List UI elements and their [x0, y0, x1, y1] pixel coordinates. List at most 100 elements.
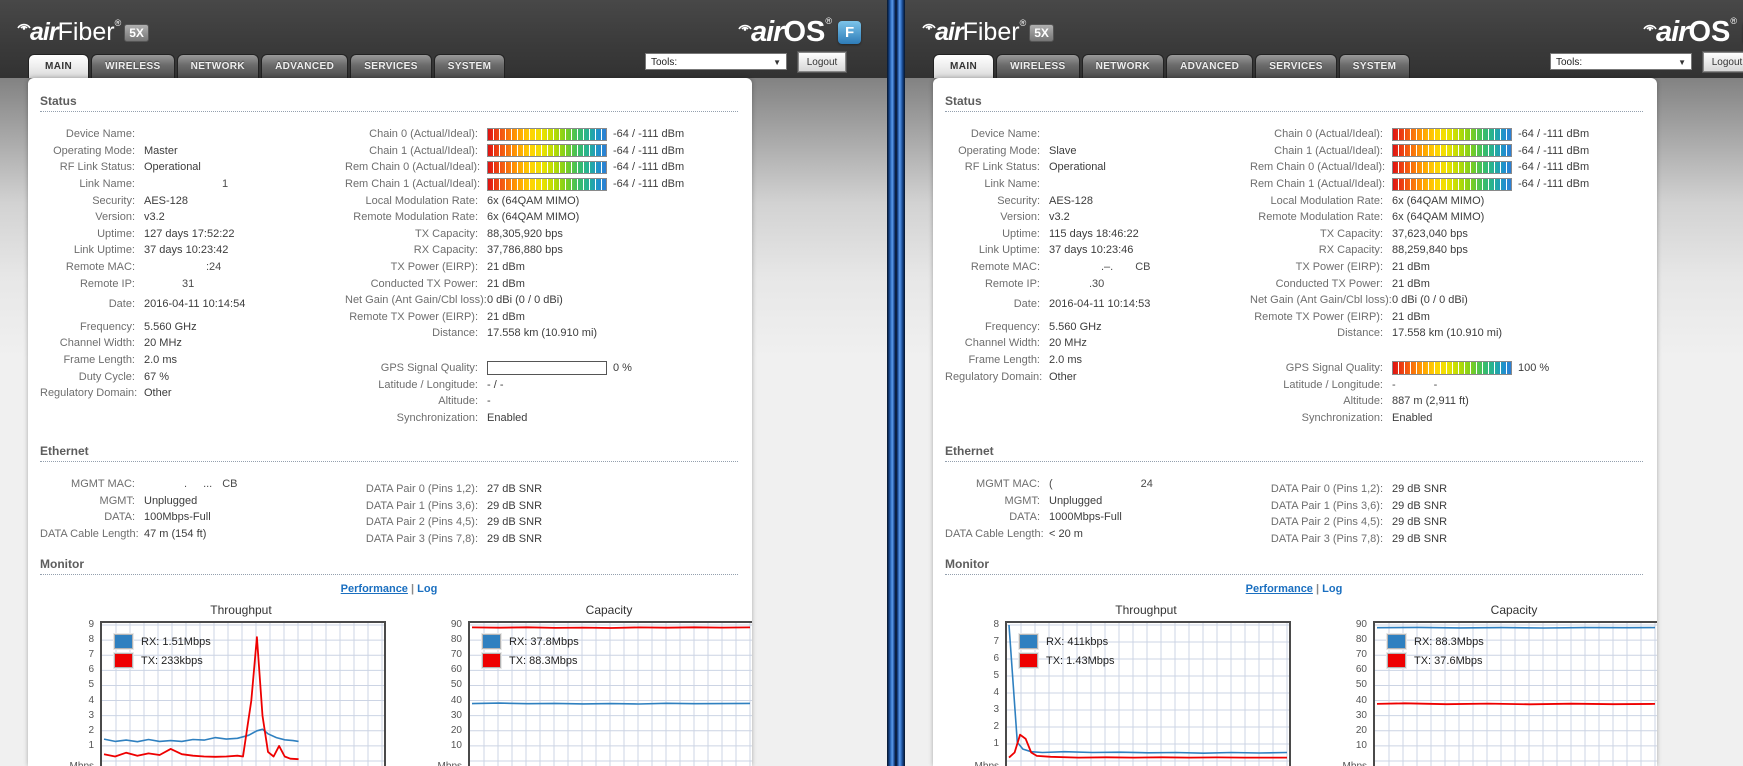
tab-services[interactable]: SERVICES — [350, 54, 432, 78]
field-value: .–. CB — [1049, 261, 1151, 273]
field-row: RF Link Status: Operational — [40, 159, 345, 176]
legend-swatch-rx — [114, 634, 133, 649]
signal-strength-bar — [487, 177, 607, 191]
field-value: 6x (64QAM MIMO) — [1392, 194, 1485, 207]
field-label: DATA Pair 1 (Pins 3,6): — [365, 499, 478, 512]
field-value: 37 days 10:23:42 — [144, 244, 229, 257]
field-value: 27 dB SNR — [487, 483, 543, 496]
tab-system[interactable]: SYSTEM — [433, 54, 506, 78]
field-row: DATA Pair 0 (Pins 1,2): 29 dB SNR — [1250, 481, 1643, 498]
field-value: -64 / -111 dBm — [1392, 177, 1589, 191]
y-axis-tick-label: 70 — [450, 649, 462, 661]
field-label: Remote MAC: — [970, 261, 1040, 274]
field-value: 29 dB SNR — [487, 499, 543, 512]
field-row: Distance: 17.558 km (10.910 mi) — [345, 325, 738, 342]
y-axis-tick-label: 60 — [1355, 664, 1367, 676]
tab-network[interactable]: NETWORK — [1081, 54, 1165, 78]
y-axis-unit-label: Mbps — [1341, 761, 1367, 766]
chart-title: Throughput — [210, 603, 272, 617]
field-value: 20 MHz — [1049, 337, 1087, 350]
field-label: Security: — [997, 194, 1040, 207]
monitor-link-log[interactable]: Log — [417, 583, 437, 595]
y-axis-tick-label: 5 — [88, 679, 94, 691]
monitor-link-performance[interactable]: Performance — [1246, 583, 1313, 595]
y-axis-tick-label: 8 — [88, 634, 94, 646]
tab-advanced[interactable]: ADVANCED — [1166, 54, 1254, 78]
field-row: Regulatory Domain: Other — [945, 368, 1250, 385]
y-axis-tick-label: 20 — [1355, 724, 1367, 736]
registered-mark: ® — [825, 16, 833, 26]
field-label: Chain 1 (Actual/Ideal): — [369, 144, 478, 157]
legend-item: RX: 1.51Mbps — [114, 632, 211, 651]
field-label: Conducted TX Power: — [1275, 277, 1383, 290]
field-label: Distance: — [432, 327, 478, 340]
field-row: Version: v3.2 — [40, 209, 345, 226]
tools-select[interactable]: Tools: ▼ — [1550, 53, 1692, 70]
series-line-rx — [1376, 626, 1656, 629]
field-row: Uptime: 115 days 18:46:22 — [945, 226, 1250, 243]
field-label: MGMT MAC: — [976, 478, 1040, 491]
section-title-monitor: Monitor — [945, 557, 1643, 575]
tab-system[interactable]: SYSTEM — [1338, 54, 1411, 78]
redacted-fragment: - — [1392, 378, 1396, 391]
field-label: Rem Chain 0 (Actual/Ideal): — [345, 161, 481, 174]
field-label: GPS Signal Quality: — [1285, 362, 1383, 375]
monitor-link-performance[interactable]: Performance — [341, 583, 408, 595]
chevron-down-icon: ▼ — [1678, 58, 1686, 67]
nav-tabs: MAIN WIRELESS NETWORK ADVANCED SERVICES SYSTE… — [933, 54, 1411, 78]
field-label: DATA Pair 2 (Pins 4,5): — [1270, 516, 1383, 529]
monitor-links: Performance | Log — [945, 583, 1643, 595]
field-label: Remote IP: — [79, 277, 135, 290]
brand-product: Fiber — [57, 18, 115, 46]
tab-advanced[interactable]: ADVANCED — [261, 54, 349, 78]
field-row: Chain 1 (Actual/Ideal): -64 / -111 dBm — [345, 143, 738, 160]
field-value: Operational — [144, 161, 201, 174]
tab-wireless[interactable]: WIRELESS — [996, 54, 1080, 78]
field-value: v3.2 — [1049, 211, 1070, 224]
y-axis-tick-label: 1 — [993, 738, 999, 749]
logout-button[interactable]: Logout — [797, 51, 847, 73]
tab-main[interactable]: MAIN — [933, 54, 995, 78]
field-row: Frequency: 5.560 GHz — [40, 319, 345, 336]
ethernet-fields-right: DATA Pair 0 (Pins 1,2): 27 dB SNR DATA Pai… — [345, 476, 738, 547]
field-value: -64 / -111 dBm — [1392, 144, 1589, 158]
window-header: airFiber®5X airOS®F MAINWIRELESSNETWORKA… — [905, 0, 1743, 78]
field-value: 47 m (154 ft) — [144, 528, 207, 541]
airos-window-slave: airFiber®5X airOS®F MAINWIRELESSNETWORKA… — [905, 0, 1743, 766]
field-label: DATA Pair 1 (Pins 3,6): — [1270, 499, 1383, 512]
y-axis-tick-label: 3 — [88, 709, 94, 721]
field-row: TX Capacity: 37,623,040 bps — [1250, 226, 1643, 243]
tools-label: Tools: — [1556, 57, 1583, 68]
field-row: Remote Modulation Rate: 6x (64QAM MIMO) — [1250, 209, 1643, 226]
legend-swatch-rx — [1387, 634, 1406, 649]
legend-item: RX: 88.3Mbps — [1387, 632, 1484, 651]
field-row: Link Name: — [945, 176, 1250, 193]
monitor-link-log[interactable]: Log — [1322, 583, 1342, 595]
field-label: Latitude / Longitude: — [1283, 378, 1383, 391]
tab-wireless[interactable]: WIRELESS — [91, 54, 175, 78]
tab-network[interactable]: NETWORK — [176, 54, 260, 78]
tools-select[interactable]: Tools: ▼ — [645, 53, 787, 70]
field-label: RX Capacity: — [413, 244, 478, 257]
logout-button[interactable]: Logout — [1702, 51, 1743, 73]
tab-main[interactable]: MAIN — [28, 54, 90, 78]
field-label: DATA Pair 0 (Pins 1,2): — [1270, 483, 1383, 496]
tab-services[interactable]: SERVICES — [1255, 54, 1337, 78]
y-axis-tick-label: 7 — [993, 636, 999, 647]
field-label: DATA Pair 3 (Pins 7,8): — [1270, 533, 1383, 546]
legend-item: RX: 37.8Mbps — [482, 632, 579, 651]
y-axis-unit-label: Mbps — [436, 761, 462, 766]
field-label: Operating Mode: — [53, 144, 135, 157]
chart-legend: RX: 411kbps TX: 1.43Mbps — [1019, 632, 1114, 670]
field-row: Chain 0 (Actual/Ideal): -64 / -111 dBm — [345, 126, 738, 143]
field-row: Local Modulation Rate: 6x (64QAM MIMO) — [345, 192, 738, 209]
field-label: Operating Mode: — [958, 144, 1040, 157]
field-label: Local Modulation Rate: — [1270, 194, 1383, 207]
ethernet-section: Ethernet MGMT MAC:.... CB MGMT: Unplugged DA… — [40, 444, 738, 547]
field-row: Latitude / Longitude: - - — [1250, 376, 1643, 393]
field-row: MGMT: Unplugged — [945, 493, 1250, 510]
field-value: Other — [144, 387, 172, 400]
y-axis-tick-label: 2 — [88, 724, 94, 736]
field-value: 2.0 ms — [144, 354, 178, 367]
field-value: -- — [1392, 379, 1437, 391]
